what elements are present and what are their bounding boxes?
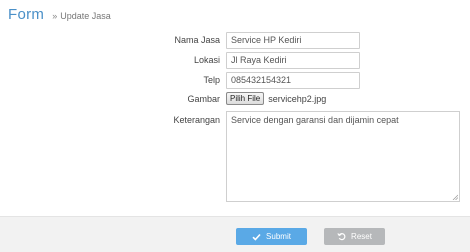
row-lokasi: Lokasi Jl Raya Kediri: [0, 52, 470, 69]
row-nama-jasa: Nama Jasa Service HP Kediri: [0, 32, 470, 49]
selected-file-name: servicehp2.jpg: [268, 93, 327, 104]
breadcrumb-current: Update Jasa: [60, 11, 111, 21]
undo-icon: [337, 233, 346, 241]
submit-label: Submit: [266, 232, 291, 241]
page-header: Form » Update Jasa: [8, 6, 111, 26]
breadcrumb: » Update Jasa: [52, 11, 111, 21]
label-keterangan: Keterangan: [173, 115, 220, 125]
label-gambar: Gambar: [187, 94, 220, 104]
form-footer: Submit Reset: [0, 216, 470, 252]
label-lokasi: Lokasi: [193, 55, 220, 65]
label-telp: Telp: [203, 75, 220, 85]
choose-file-button[interactable]: Pilih File: [226, 92, 265, 105]
label-nama-jasa: Nama Jasa: [174, 35, 220, 45]
check-icon: [252, 233, 261, 241]
reset-button[interactable]: Reset: [324, 228, 385, 245]
telp-input[interactable]: 085432154321: [226, 72, 360, 89]
row-gambar: Gambar Pilih File servicehp2.jpg: [0, 92, 470, 106]
file-picker: Pilih File servicehp2.jpg: [226, 92, 326, 105]
row-telp: Telp 085432154321: [0, 72, 470, 89]
keterangan-text: Service dengan garansi dan dijamin cepat: [231, 115, 399, 125]
page-title: Form: [8, 6, 45, 23]
breadcrumb-separator: »: [52, 11, 58, 21]
keterangan-textarea[interactable]: Service dengan garansi dan dijamin cepat: [226, 111, 460, 202]
lokasi-input[interactable]: Jl Raya Kediri: [226, 52, 360, 69]
reset-label: Reset: [351, 232, 372, 241]
submit-button[interactable]: Submit: [236, 228, 307, 245]
nama-jasa-input[interactable]: Service HP Kediri: [226, 32, 360, 49]
resize-handle-icon[interactable]: [452, 194, 458, 200]
